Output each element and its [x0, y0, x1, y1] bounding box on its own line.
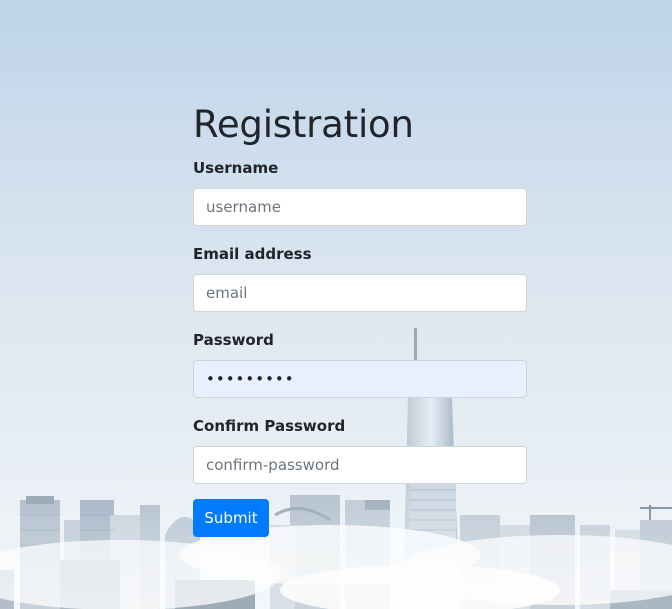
- email-group: Email address: [193, 244, 527, 312]
- password-group: Password: [193, 330, 527, 398]
- submit-button[interactable]: Submit: [193, 499, 269, 537]
- password-label: Password: [193, 331, 274, 349]
- email-input[interactable]: [193, 274, 527, 312]
- confirm-password-group: Confirm Password: [193, 416, 527, 484]
- confirm-password-input[interactable]: [193, 446, 527, 484]
- username-group: Username: [193, 158, 527, 226]
- page-title: Registration: [193, 103, 414, 146]
- username-label: Username: [193, 159, 279, 177]
- confirm-password-label: Confirm Password: [193, 417, 346, 435]
- password-input[interactable]: [193, 360, 527, 398]
- registration-form: Registration Username Email address Pass…: [193, 100, 527, 537]
- username-input[interactable]: [193, 188, 527, 226]
- email-label: Email address: [193, 245, 312, 263]
